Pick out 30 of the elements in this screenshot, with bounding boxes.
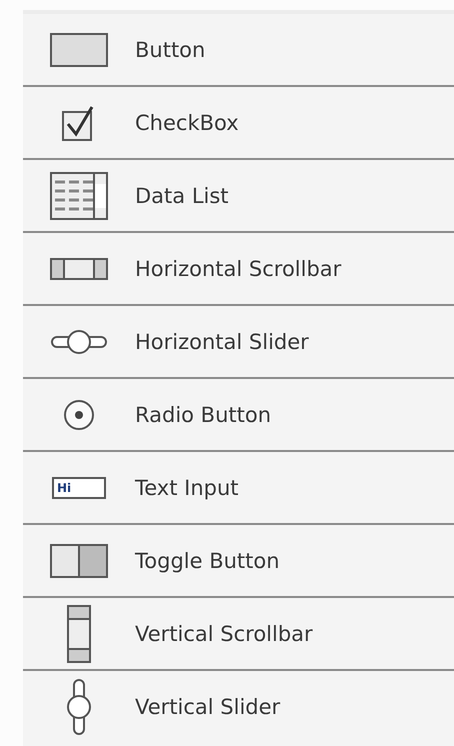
horizontal-scrollbar-icon [50, 258, 108, 280]
component-list-item[interactable]: Button [23, 14, 454, 87]
horizontal-slider-icon [50, 328, 108, 356]
checkbox-icon [62, 104, 96, 142]
component-label: Text Input [135, 476, 239, 500]
component-list-item[interactable]: Hi Text Input [23, 452, 454, 525]
component-label: Vertical Scrollbar [135, 622, 313, 646]
component-label: Horizontal Scrollbar [135, 256, 342, 280]
toggle-button-icon [50, 544, 108, 578]
component-label: Radio Button [135, 402, 272, 426]
component-list-item[interactable]: Vertical Scrollbar [23, 598, 454, 671]
component-label: Data List [135, 184, 229, 208]
component-list-item[interactable]: Horizontal Scrollbar [23, 233, 454, 306]
vertical-scrollbar-icon [67, 604, 91, 662]
icon-text: Hi [57, 480, 72, 494]
component-label: Horizontal Slider [135, 330, 309, 354]
data-list-icon [50, 172, 108, 220]
component-list-item[interactable]: Horizontal Slider [23, 306, 454, 379]
component-label: Toggle Button [135, 548, 280, 572]
component-list-item[interactable]: Toggle Button [23, 525, 454, 598]
component-list-item[interactable]: Data List [23, 160, 454, 233]
component-list-item[interactable]: Vertical Slider [23, 671, 454, 742]
component-label: Button [135, 38, 206, 62]
vertical-slider-icon [65, 678, 93, 736]
component-label: CheckBox [135, 110, 239, 134]
button-icon [50, 32, 108, 66]
component-label: Vertical Slider [135, 694, 280, 718]
component-list-item[interactable]: CheckBox [23, 87, 454, 160]
radio-button-icon [63, 398, 95, 430]
component-list-item[interactable]: Radio Button [23, 379, 454, 452]
